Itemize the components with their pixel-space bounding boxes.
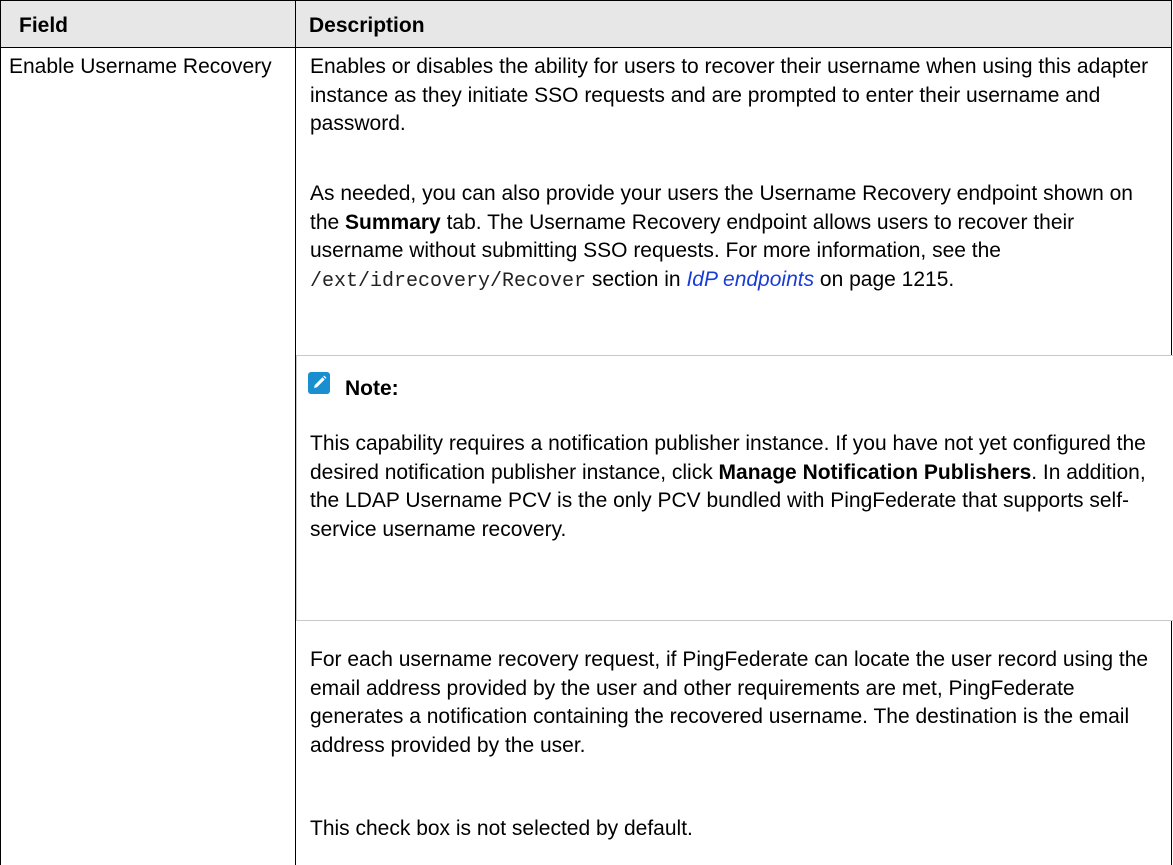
table-top-border — [0, 0, 1172, 1]
manage-notification-publishers-label: Manage Notification Publishers — [718, 460, 1032, 484]
field-name: Enable Username Recovery — [9, 55, 272, 78]
endpoint-code: /ext/idrecovery/Recover — [310, 269, 587, 293]
field-description-table: Field Description Enable Username Recove… — [0, 0, 1173, 865]
table-left-border — [0, 0, 1, 865]
table-right-border-top — [1171, 0, 1172, 356]
note-box: Note: This capability requires a notific… — [296, 355, 1173, 621]
idp-endpoints-link[interactable]: IdP endpoints — [686, 268, 814, 291]
note-title: Note: — [345, 377, 399, 400]
description-paragraph-2: As needed, you can also provide your use… — [310, 182, 1133, 293]
table-header-row: Field Description — [1, 1, 1171, 47]
description-column-header: Description — [309, 14, 425, 37]
field-column-header: Field — [19, 14, 69, 37]
note-text: This capability requires a notification … — [310, 432, 1146, 541]
table-right-border-bottom — [1171, 619, 1172, 865]
description-paragraph-1: Enables or disables the ability for user… — [310, 55, 1149, 135]
header-divider — [0, 47, 1172, 48]
description-paragraph-4: This check box is not selected by defaul… — [310, 817, 693, 840]
pencil-icon — [308, 372, 330, 394]
description-paragraph-3: For each username recovery request, if P… — [310, 648, 1149, 757]
